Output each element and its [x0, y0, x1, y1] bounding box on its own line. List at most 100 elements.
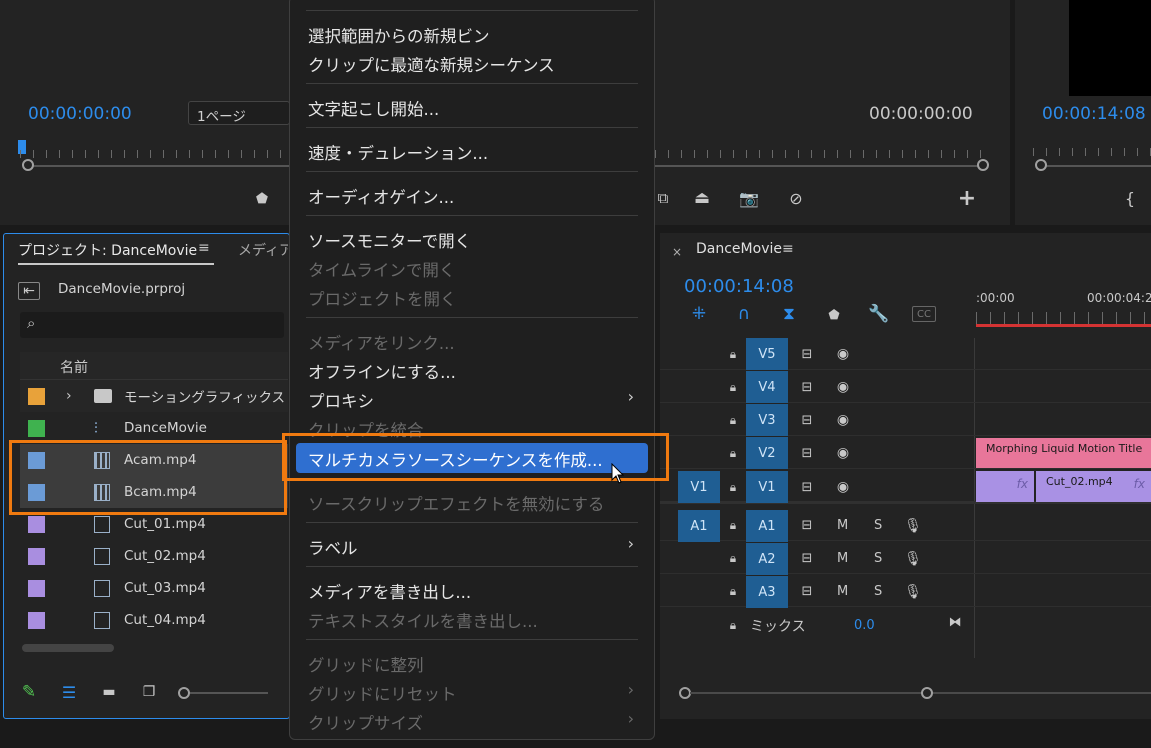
expand-chevron-icon[interactable]: ›	[66, 388, 72, 404]
project-search-input[interactable]: ⌕	[20, 312, 284, 338]
solo-button[interactable]: S	[874, 518, 882, 533]
microphone-icon[interactable]: 🎙︎	[904, 516, 922, 536]
pencil-icon[interactable]: ✎	[20, 682, 38, 702]
column-name-header[interactable]: 名前	[60, 357, 88, 377]
sync-lock-icon[interactable]: ⊟	[798, 583, 816, 599]
insert-icon[interactable]: ⧉	[655, 188, 671, 208]
track-target-v3[interactable]: V3	[746, 404, 788, 436]
wrench-icon[interactable]: 🔧	[868, 304, 890, 324]
sync-lock-icon[interactable]: ⊟	[798, 346, 816, 362]
eye-icon[interactable]: ◉	[834, 479, 852, 495]
menu-item-export-text-styles[interactable]: テキストスタイルを書き出し...	[308, 608, 538, 632]
source-patch-v1[interactable]: V1	[678, 471, 720, 503]
solo-button[interactable]: S	[874, 551, 882, 566]
eye-icon[interactable]: ◉	[834, 346, 852, 362]
page-select[interactable]: 1ページ	[188, 101, 290, 125]
video-clip-1[interactable]: fx	[976, 471, 1034, 502]
project-horizontal-scrollbar[interactable]	[22, 644, 114, 652]
lock-icon[interactable]: 🔒︎	[726, 583, 740, 599]
source-zoom-knob[interactable]	[22, 159, 34, 171]
lock-icon[interactable]: 🔒︎	[726, 379, 740, 395]
list-item[interactable]: Cut_04.mp4	[20, 604, 288, 636]
eye-icon[interactable]: ◉	[834, 412, 852, 428]
sync-lock-icon[interactable]: ⊟	[798, 550, 816, 566]
captions-icon[interactable]: CC	[912, 306, 936, 322]
lock-icon[interactable]: 🔒︎	[726, 445, 740, 461]
menu-item-open-project[interactable]: プロジェクトを開く	[308, 286, 457, 310]
microphone-icon[interactable]: 🎙︎	[904, 549, 922, 569]
menu-item-speed-duration[interactable]: 速度・デュレーション...	[308, 140, 488, 164]
extract-icon[interactable]: ⏏	[689, 188, 715, 208]
track-target-a2[interactable]: A2	[746, 543, 788, 575]
source-zoom-track[interactable]	[28, 165, 290, 167]
solo-button[interactable]: S	[874, 584, 882, 599]
label-color-swatch[interactable]	[28, 387, 45, 405]
menu-item-clip-size[interactable]: クリップサイズ	[308, 710, 423, 734]
mix-fader-icon[interactable]: ⧓	[946, 614, 964, 630]
menu-item-make-offline[interactable]: オフラインにする...	[308, 359, 456, 383]
menu-item-proxy[interactable]: プロキシ	[308, 388, 374, 412]
reference-zoom-track[interactable]	[1041, 165, 1151, 167]
title-clip[interactable]: Morphing Liquid Motion Title	[976, 438, 1151, 468]
freeform-view-icon[interactable]: ❐	[136, 684, 162, 700]
project-tab[interactable]: プロジェクト: DanceMovie ≡	[18, 240, 210, 260]
list-view-icon[interactable]: ☰	[58, 683, 80, 702]
eye-icon[interactable]: ◉	[834, 379, 852, 395]
camera-icon[interactable]: 📷	[737, 188, 761, 208]
label-color-swatch[interactable]	[28, 547, 45, 565]
label-color-swatch[interactable]	[28, 611, 45, 629]
mix-value[interactable]: 0.0	[854, 618, 875, 633]
reference-zoom-knob[interactable]	[1035, 159, 1047, 171]
label-color-swatch[interactable]	[28, 419, 45, 437]
lock-icon[interactable]: 🔒︎	[726, 517, 740, 533]
media-tab[interactable]: メディア	[238, 240, 288, 260]
eye-icon[interactable]: ◉	[834, 445, 852, 461]
sync-lock-icon[interactable]: ⊟	[798, 479, 816, 495]
menu-item-export-media[interactable]: メディアを書き出し...	[308, 579, 471, 603]
mute-button[interactable]: M	[837, 584, 848, 599]
track-target-v4[interactable]: V4	[746, 371, 788, 403]
panel-menu-icon[interactable]: ≡	[198, 240, 210, 256]
lock-icon[interactable]: 🔒︎	[726, 479, 740, 495]
bracket-icon[interactable]: {	[1123, 188, 1137, 208]
mute-button[interactable]: M	[837, 551, 848, 566]
track-target-v2[interactable]: V2	[746, 437, 788, 469]
snap-magnet-icon[interactable]: ∩	[733, 304, 755, 324]
timeline-timecode[interactable]: 00:00:14:08	[684, 276, 794, 297]
lock-icon[interactable]: 🔒︎	[726, 412, 740, 428]
label-color-swatch[interactable]	[28, 515, 45, 533]
track-target-v5[interactable]: V5	[746, 338, 788, 370]
list-item[interactable]: Cut_02.mp4	[20, 540, 288, 572]
sync-lock-icon[interactable]: ⊟	[798, 517, 816, 533]
track-target-a1[interactable]: A1	[746, 510, 788, 542]
mute-button[interactable]: M	[837, 518, 848, 533]
track-target-v1[interactable]: V1	[746, 471, 788, 503]
menu-item-label[interactable]: ラベル	[308, 535, 358, 559]
source-timecode[interactable]: 00:00:00:00	[28, 104, 132, 124]
list-item[interactable]: Cut_03.mp4	[20, 572, 288, 604]
icon-view-icon[interactable]: ▬	[100, 684, 118, 700]
menu-item-audio-gain[interactable]: オーディオゲイン...	[308, 184, 454, 208]
menu-item-transcribe[interactable]: 文字起こし開始...	[308, 96, 439, 120]
video-clip-cut02[interactable]: Cut_02.mp4 fx	[1036, 471, 1151, 502]
timeline-scroll-end-knob[interactable]	[921, 687, 933, 699]
sync-lock-icon[interactable]: ⊟	[798, 412, 816, 428]
panel-menu-icon[interactable]: ≡	[782, 241, 794, 257]
list-item[interactable]: › モーショングラフィックス	[20, 380, 288, 412]
add-button-icon[interactable]: +	[955, 186, 979, 211]
menu-item-open-source-monitor[interactable]: ソースモニターで開く	[308, 228, 471, 252]
compare-icon[interactable]: ⊘	[785, 188, 807, 208]
track-target-a3[interactable]: A3	[746, 576, 788, 608]
nest-icon[interactable]: ⁜	[688, 304, 710, 324]
close-tab-icon[interactable]: ×	[672, 245, 682, 259]
thumbnail-size-track[interactable]	[190, 692, 268, 694]
program-zoom-track[interactable]	[655, 165, 985, 167]
menu-item-open-in-timeline[interactable]: タイムラインで開く	[308, 257, 455, 281]
menu-item-align-to-grid[interactable]: グリッドに整列	[308, 652, 424, 676]
source-patch-a1[interactable]: A1	[678, 510, 720, 542]
menu-item-new-bin[interactable]: 選択範囲からの新規ビン	[308, 23, 490, 47]
menu-item-link-media[interactable]: メディアをリンク...	[308, 330, 455, 354]
reference-timecode[interactable]: 00:00:14:08	[1042, 104, 1146, 124]
menu-item-reset-to-grid[interactable]: グリッドにリセット	[308, 681, 457, 705]
thumbnail-size-knob[interactable]	[178, 687, 190, 699]
